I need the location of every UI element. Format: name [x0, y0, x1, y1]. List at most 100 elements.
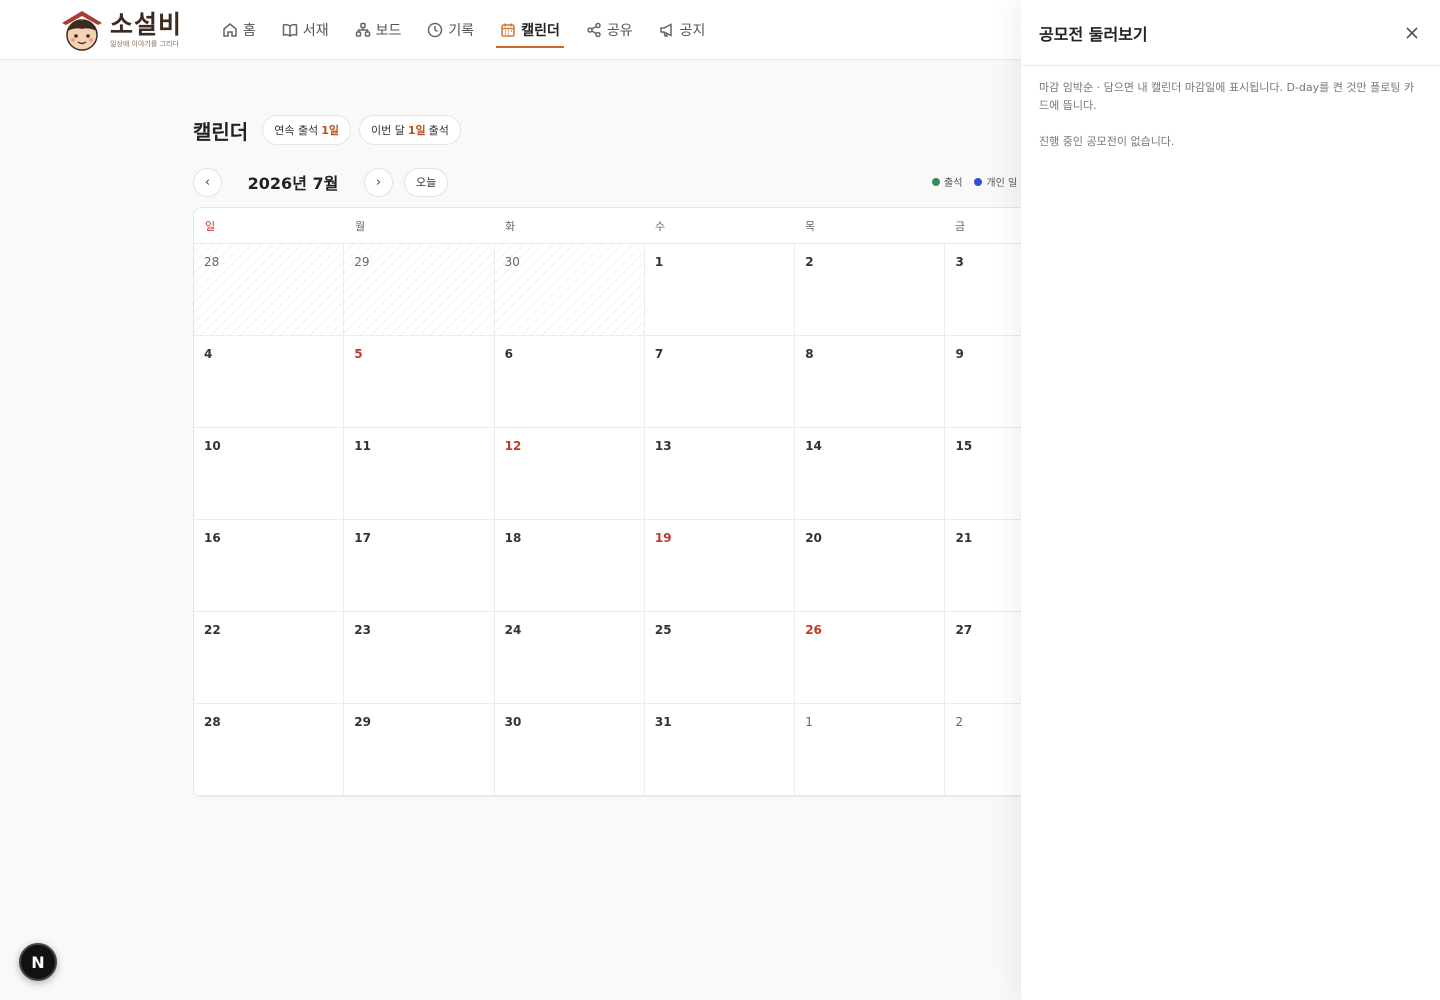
calendar-day-cell[interactable]: 5 — [344, 336, 495, 428]
calendar-day-cell[interactable]: 5 — [495, 796, 645, 797]
calendar-day-cell[interactable]: 2 — [795, 244, 946, 336]
calendar-day-cell[interactable]: 28 — [194, 244, 345, 336]
nav-calendar[interactable]: 캘린더 — [496, 0, 564, 60]
nav-label: 서재 — [302, 23, 329, 39]
calendar-day-cell[interactable]: 4 — [344, 796, 494, 797]
nav-label: 보드 — [375, 23, 402, 39]
day-number: 7 — [654, 347, 664, 361]
calendar-day-cell[interactable]: 20 — [795, 520, 946, 612]
day-number: 9 — [955, 347, 964, 361]
today-button[interactable]: 오늘 — [404, 167, 449, 197]
weekday-label: 월 — [355, 219, 366, 233]
calendar-day-cell[interactable]: 4 — [194, 336, 345, 428]
panel-title: 공모전 둘러보기 — [1039, 24, 1148, 44]
panel-header: 공모전 둘러보기 — [1021, 0, 1440, 66]
day-number: 28 — [204, 255, 220, 269]
nav-label: 공지 — [679, 23, 706, 39]
day-number: 29 — [354, 715, 371, 729]
calendar-day-cell[interactable]: 30 — [494, 244, 645, 336]
calendar-day-cell[interactable]: 7 — [795, 796, 945, 797]
calendar-day-cell[interactable]: 16 — [194, 520, 345, 612]
calendar-day-cell[interactable]: 29 — [344, 704, 495, 796]
day-number: 6 — [504, 347, 513, 361]
weekday-label: 일 — [205, 219, 216, 233]
calendar-day-cell[interactable]: 8 — [795, 336, 946, 428]
weekday-label: 화 — [505, 219, 516, 233]
month-label: 2026년 7월 — [247, 174, 339, 193]
calendar-day-cell[interactable]: 11 — [344, 428, 495, 520]
attendance-dot-icon — [932, 177, 940, 186]
day-number: 23 — [354, 623, 371, 637]
contest-panel: 공모전 둘러보기 마감 임박순 · 담으면 내 캘린더 마감일에 표시됩니다. … — [1021, 0, 1440, 1000]
prev-month-button[interactable]: ‹ — [193, 167, 222, 197]
calendar-day-cell[interactable]: 22 — [194, 612, 345, 704]
calendar-day-cell[interactable]: 30 — [494, 704, 645, 796]
nav-share[interactable]: 공유 — [584, 0, 635, 60]
calendar-day-cell[interactable]: 13 — [644, 428, 796, 520]
streak-chip: 연속 출석 1일 — [262, 115, 351, 145]
day-number: 5 — [354, 347, 363, 361]
home-icon — [223, 23, 237, 37]
calendar-day-cell[interactable]: 29 — [344, 244, 495, 336]
megaphone-icon — [659, 23, 672, 37]
panel-empty-message: 진행 중인 공모전이 없습니다. — [1039, 135, 1175, 148]
day-number: 1 — [654, 255, 664, 269]
nav-label: 홈 — [243, 23, 256, 39]
calendar-day-cell[interactable]: 6 — [494, 336, 645, 428]
nav-notice[interactable]: 공지 — [657, 0, 708, 60]
day-number: 26 — [805, 623, 822, 637]
close-button[interactable] — [1404, 25, 1420, 41]
day-number: 30 — [504, 255, 520, 269]
calendar-day-cell[interactable]: 19 — [644, 520, 796, 612]
day-number: 12 — [504, 439, 522, 453]
calendar-day-cell[interactable]: 14 — [795, 428, 946, 520]
logo[interactable]: 소설비 일상에 이야기를 그리다 — [58, 6, 188, 54]
calendar-day-cell[interactable]: 6 — [645, 796, 795, 797]
calendar-day-cell[interactable]: 23 — [344, 612, 495, 704]
calendar-day-cell[interactable]: 3 — [194, 796, 344, 797]
nav-history[interactable]: 기록 — [425, 0, 476, 60]
calendar-day-cell[interactable]: 26 — [795, 612, 946, 704]
calendar-day-cell[interactable]: 25 — [644, 612, 796, 704]
logo-mascot-icon — [58, 7, 106, 53]
logo-title: 소설비 — [110, 10, 183, 39]
board-icon — [355, 22, 370, 37]
weekday-label: 목 — [805, 219, 816, 233]
calendar-day-cell[interactable]: 28 — [194, 704, 345, 796]
calendar-day-cell[interactable]: 1 — [644, 244, 796, 336]
share-icon — [587, 22, 601, 38]
calendar-day-cell[interactable]: 18 — [494, 520, 645, 612]
calendar-day-cell[interactable]: 31 — [644, 704, 796, 796]
day-number: 22 — [204, 623, 221, 637]
monthly-suffix: 출석 — [428, 124, 449, 137]
day-number: 25 — [654, 623, 672, 637]
calendar-day-cell[interactable]: 7 — [644, 336, 796, 428]
nav-home[interactable]: 홈 — [220, 0, 258, 60]
day-number: 10 — [204, 439, 221, 453]
calendar-day-cell[interactable]: 24 — [494, 612, 645, 704]
nav-label: 기록 — [448, 23, 475, 39]
logo-subtitle: 일상에 이야기를 그리다 — [110, 40, 179, 48]
streak-label: 연속 출석 — [274, 124, 319, 137]
panel-description: 마감 임박순 · 담으면 내 캘린더 마감일에 표시됩니다. D-day를 켠 … — [1039, 81, 1415, 112]
legend-personal: 개인 일 — [974, 174, 1017, 189]
calendar-day-cell[interactable]: 10 — [194, 428, 345, 520]
legend-label: 개인 일 — [986, 178, 1018, 189]
day-number: 28 — [204, 715, 221, 729]
next-month-button[interactable]: › — [364, 167, 393, 197]
nav-board[interactable]: 보드 — [353, 0, 404, 60]
day-number: 2 — [955, 715, 964, 729]
day-number: 1 — [805, 715, 813, 729]
calendar-day-cell[interactable]: 12 — [494, 428, 645, 520]
day-number: 29 — [354, 255, 370, 269]
calendar-day-cell[interactable]: 17 — [344, 520, 495, 612]
calendar-day-cell[interactable]: 1 — [795, 704, 946, 796]
floating-n-button[interactable]: N — [19, 943, 57, 981]
day-number: 16 — [204, 531, 221, 545]
monthly-value: 1일 — [407, 124, 426, 137]
streak-value: 1일 — [321, 124, 339, 137]
nav-library[interactable]: 서재 — [280, 0, 331, 60]
legend: 출석 개인 일 — [932, 174, 1029, 189]
day-number: 11 — [354, 439, 371, 453]
day-number: 18 — [504, 531, 522, 545]
